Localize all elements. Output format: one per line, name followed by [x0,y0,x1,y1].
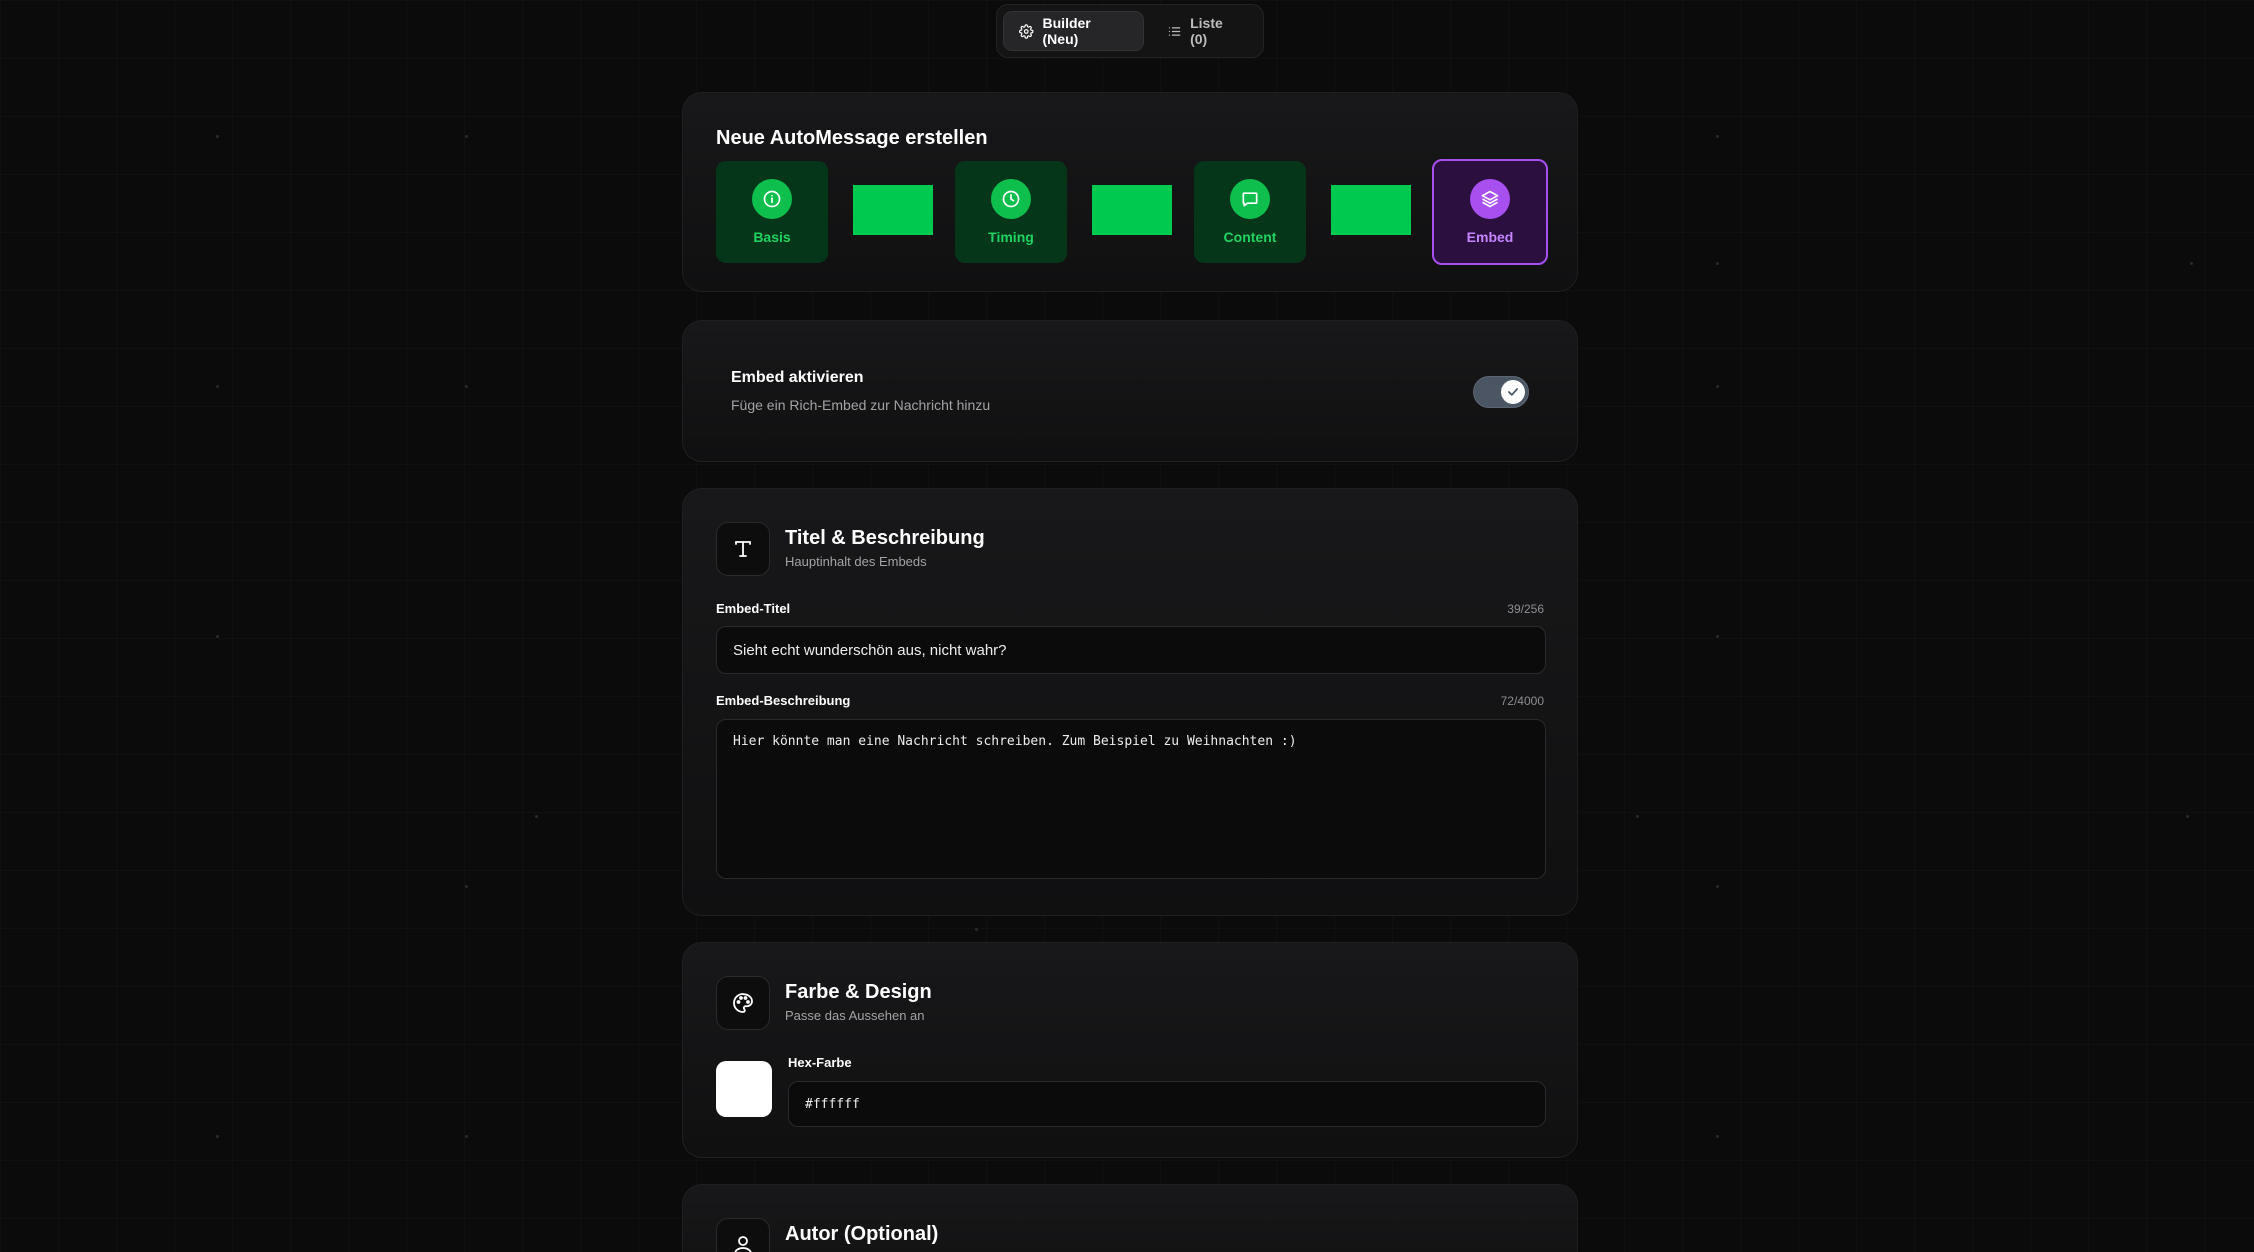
section-title: Titel & Beschreibung [785,527,985,549]
step-timing[interactable]: Timing [955,161,1067,263]
embed-description-textarea[interactable]: Hier könnte man eine Nachricht schreiben… [716,719,1546,879]
toggle-knob [1501,380,1525,404]
layers-icon [1481,190,1499,208]
title-description-card: Titel & Beschreibung Hauptinhalt des Emb… [682,488,1578,916]
section-subtitle: Passe das Aussehen an [785,1008,925,1023]
tab-list-label: Liste (0) [1190,15,1223,47]
section-title: Autor (Optional) [785,1223,939,1245]
step-embed[interactable]: Embed [1432,159,1548,265]
builder-card: Neue AutoMessage erstellen Basis Timing [682,92,1578,292]
step-connector [1331,185,1411,235]
gear-icon [1019,23,1034,39]
tab-list[interactable]: Liste (0) [1152,11,1257,51]
color-swatch[interactable] [716,1061,772,1117]
step-basis-label: Basis [753,229,791,245]
step-connector [853,185,933,235]
author-card: Autor (Optional) [682,1184,1578,1252]
type-icon [716,522,770,576]
step-embed-label: Embed [1466,229,1514,245]
step-basis[interactable]: Basis [716,161,828,263]
embed-title-input[interactable]: Sieht echt wunderschön aus, nicht wahr? [716,626,1546,674]
list-icon [1168,26,1180,36]
embed-toggle-title: Embed aktivieren [731,369,864,386]
embed-toggle-card: Embed aktivieren Füge ein Rich-Embed zur… [682,320,1578,462]
embed-toggle-subtitle: Füge ein Rich-Embed zur Nachricht hinzu [731,397,991,413]
user-icon [716,1218,770,1252]
info-icon [763,190,781,208]
hex-color-label: Hex-Farbe [788,1055,852,1070]
color-design-card: Farbe & Design Passe das Aussehen an Hex… [682,942,1578,1158]
step-timing-label: Timing [988,229,1034,245]
palette-icon [716,976,770,1030]
embed-title-label: Embed-Titel [716,601,791,616]
hex-color-input[interactable]: #ffffff [788,1081,1546,1127]
step-content-label: Content [1223,229,1277,245]
step-connector [1092,185,1172,235]
tab-builder-label: Builder (Neu) [1042,15,1091,47]
view-tabs: Builder (Neu) Liste (0) [996,4,1264,58]
builder-title: Neue AutoMessage erstellen [716,127,988,149]
clock-icon [1002,190,1020,208]
embed-description-label: Embed-Beschreibung [716,693,851,708]
tab-builder[interactable]: Builder (Neu) [1003,11,1144,51]
embed-description-counter: 72/4000 [1500,694,1544,708]
embed-title-counter: 39/256 [1507,602,1544,616]
embed-toggle-switch[interactable] [1473,376,1529,408]
check-icon [1508,388,1518,396]
section-title: Farbe & Design [785,981,932,1003]
message-icon [1242,192,1258,207]
step-content[interactable]: Content [1194,161,1306,263]
step-progress: Basis Timing Content Embed [716,159,1548,265]
section-subtitle: Hauptinhalt des Embeds [785,554,927,569]
